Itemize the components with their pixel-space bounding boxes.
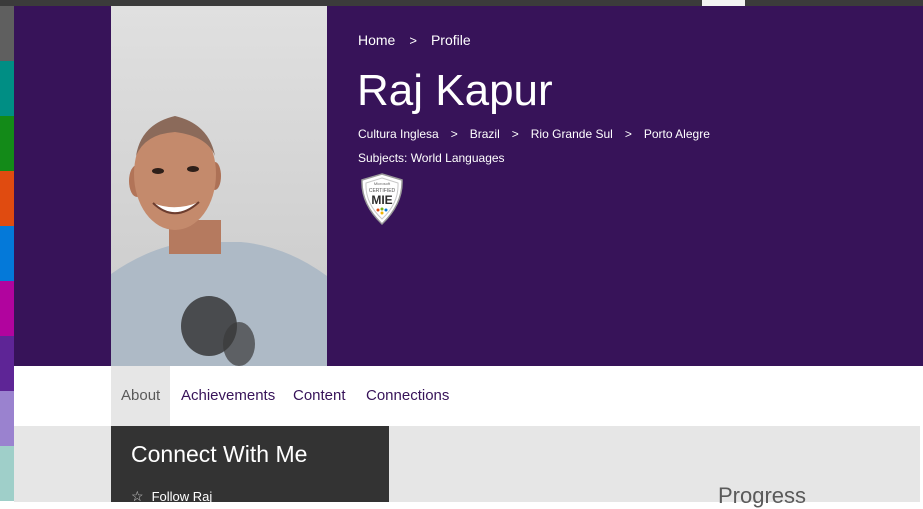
profile-subjects: Subjects: World Languages xyxy=(358,151,505,165)
strip-segment xyxy=(0,391,14,446)
star-icon: ☆ xyxy=(131,488,144,504)
chevron-right-icon: > xyxy=(450,127,458,141)
strip-segment xyxy=(0,61,14,116)
tab-content[interactable]: Content xyxy=(283,366,356,426)
profile-photo-image xyxy=(111,6,327,366)
strip-segment xyxy=(0,116,14,171)
strip-segment xyxy=(0,171,14,226)
progress-title: Progress xyxy=(718,483,807,508)
tab-connections[interactable]: Connections xyxy=(356,366,459,426)
tab-about[interactable]: About xyxy=(111,366,171,426)
badge-top-text: Microsoft xyxy=(374,181,391,186)
strip-segment xyxy=(0,336,14,391)
chevron-right-icon: > xyxy=(409,32,417,48)
certified-mie-badge-icon[interactable]: Microsoft CERTIFIED MIE xyxy=(358,172,406,226)
connect-title: Connect With Me xyxy=(131,441,308,467)
color-strip xyxy=(0,6,14,502)
strip-segment xyxy=(0,446,14,501)
profile-name: Raj Kapur xyxy=(357,66,553,115)
location-school[interactable]: Cultura Inglesa xyxy=(358,127,439,141)
chevron-right-icon: > xyxy=(511,127,519,141)
strip-segment xyxy=(0,281,14,336)
breadcrumb-profile[interactable]: Profile xyxy=(431,32,471,48)
badge-shield-icon: Microsoft CERTIFIED MIE xyxy=(361,173,403,226)
follow-button[interactable]: ☆ Follow Raj xyxy=(131,488,212,505)
location-city[interactable]: Porto Alegre xyxy=(644,127,710,141)
strip-segment xyxy=(0,226,14,281)
badge-main-text: MIE xyxy=(371,193,392,207)
location-country[interactable]: Brazil xyxy=(470,127,500,141)
strip-segment xyxy=(0,6,14,61)
breadcrumb: Home > Profile xyxy=(358,32,471,48)
profile-location: Cultura Inglesa > Brazil > Rio Grande Su… xyxy=(358,127,710,141)
chevron-right-icon: > xyxy=(624,127,632,141)
tab-achievements[interactable]: Achievements xyxy=(171,366,285,426)
location-state[interactable]: Rio Grande Sul xyxy=(531,127,613,141)
profile-photo xyxy=(111,6,327,366)
breadcrumb-home[interactable]: Home xyxy=(358,32,395,48)
